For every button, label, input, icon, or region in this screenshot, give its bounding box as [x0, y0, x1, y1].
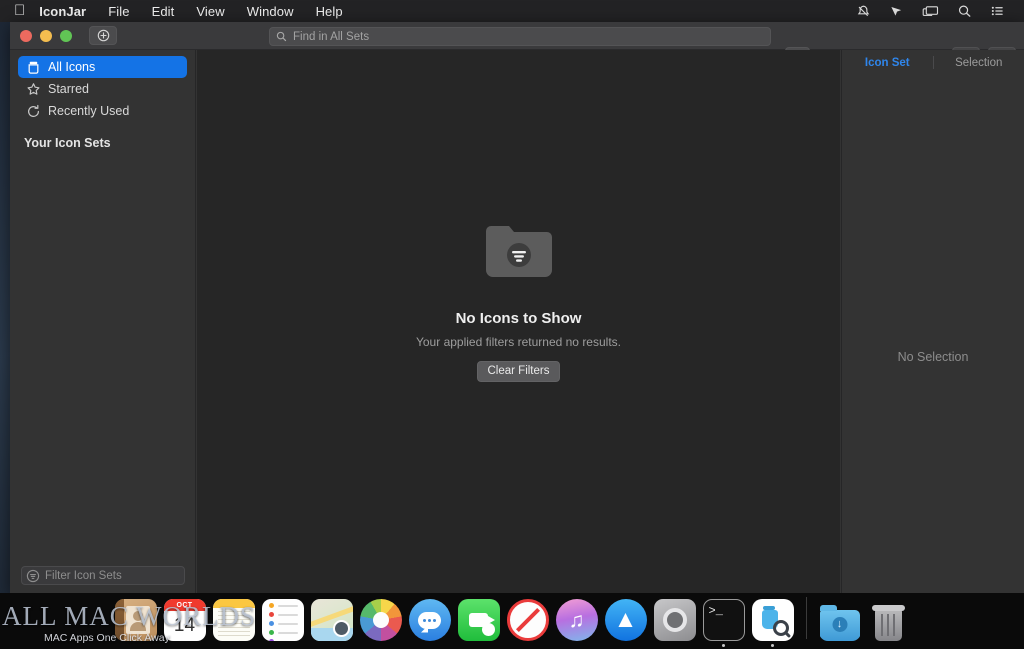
jar-icon — [24, 60, 43, 75]
dock-item-downloads[interactable]: ↓ — [818, 599, 862, 647]
control-center-icon[interactable] — [981, 4, 1014, 18]
dock-item-iconjar[interactable] — [751, 599, 795, 647]
plus-circle-icon — [97, 29, 109, 42]
desktop:  IconJar File Edit View Window Help — [0, 0, 1024, 649]
dock-item-reminders[interactable] — [261, 599, 305, 647]
folder-filter-icon — [480, 222, 558, 284]
window-controls — [10, 29, 72, 42]
dock-item-calendar[interactable]: OCT 14 — [163, 599, 207, 647]
trash-icon — [868, 599, 910, 641]
calendar-icon: OCT 14 — [163, 599, 206, 641]
sidebar-item-label: All Icons — [48, 60, 96, 74]
star-icon — [24, 82, 43, 96]
dock-items: OCT 14 ♫ ▲ >_ ↓ — [114, 593, 911, 647]
filter-circle-icon — [26, 569, 40, 582]
search-input[interactable]: Find in All Sets — [269, 27, 771, 46]
facetime-icon — [457, 599, 500, 641]
sidebar-item-starred[interactable]: Starred — [18, 78, 187, 100]
messages-icon — [408, 599, 451, 641]
app-store-icon: ▲ — [604, 599, 647, 641]
iconjar-icon — [751, 599, 794, 641]
clear-filters-button[interactable]: Clear Filters — [476, 361, 561, 382]
sidebar: All Icons Starred Recently Used Your Ico… — [10, 50, 196, 593]
contacts-icon — [114, 599, 157, 641]
icon-grid-area: No Icons to Show Your applied filters re… — [197, 50, 840, 593]
sidebar-section-header: Your Icon Sets — [24, 136, 111, 150]
minimize-button[interactable] — [40, 29, 52, 42]
dock-item-itunes[interactable]: ♫ — [555, 599, 599, 647]
dock-item-facetime[interactable] — [457, 599, 501, 647]
empty-state: No Icons to Show Your applied filters re… — [197, 222, 840, 382]
itunes-music-note-icon: ♫ — [555, 599, 598, 641]
spotlight-search-icon[interactable] — [948, 4, 981, 18]
close-button[interactable] — [20, 29, 32, 42]
menu-item-file[interactable]: File — [97, 4, 140, 19]
inspector-panel: Icon Set Selection No Selection — [841, 50, 1024, 593]
reminders-icon — [261, 599, 304, 641]
apple-logo-icon[interactable]:  — [8, 3, 37, 20]
notification-bell-icon[interactable] — [847, 4, 880, 18]
no-entry-icon — [506, 599, 549, 641]
dock-divider — [805, 597, 807, 639]
sidebar-filter-placeholder: Filter Icon Sets — [45, 569, 122, 582]
dock-item-app-store[interactable]: ▲ — [604, 599, 648, 647]
sidebar-item-all-icons[interactable]: All Icons — [18, 56, 187, 78]
terminal-icon: >_ — [702, 599, 745, 641]
empty-state-subtitle: Your applied filters returned no results… — [415, 335, 621, 349]
airplay-cursor-icon[interactable] — [880, 4, 913, 18]
screen-mirroring-icon[interactable] — [913, 4, 948, 18]
dock-item-messages[interactable] — [408, 599, 452, 647]
sidebar-filter-input[interactable]: Filter Icon Sets — [21, 566, 185, 585]
gear-icon — [653, 599, 696, 641]
search-field-wrapper: Find in All Sets — [269, 27, 771, 46]
calendar-day: 14 — [173, 615, 196, 636]
menu-bar:  IconJar File Edit View Window Help — [0, 0, 1024, 22]
menu-item-view[interactable]: View — [185, 4, 235, 19]
dock: OCT 14 ♫ ▲ >_ ↓ — [0, 593, 1024, 649]
dock-item-maps[interactable] — [310, 599, 354, 647]
menu-item-iconjar[interactable]: IconJar — [37, 4, 97, 19]
dock-item-contacts[interactable] — [114, 599, 158, 647]
downloads-folder-icon: ↓ — [819, 599, 861, 641]
empty-state-title: No Icons to Show — [455, 310, 582, 327]
dock-item-system-preferences[interactable] — [653, 599, 697, 647]
tab-icon-set[interactable]: Icon Set — [842, 57, 933, 69]
photos-icon — [359, 599, 402, 641]
calendar-month: OCT — [163, 599, 206, 611]
dock-item-trash[interactable] — [867, 599, 911, 647]
sidebar-item-label: Recently Used — [48, 104, 130, 118]
notes-icon — [212, 599, 255, 641]
inspector-empty-text: No Selection — [897, 350, 969, 364]
history-clock-icon — [24, 104, 43, 119]
search-icon — [276, 31, 287, 42]
tab-selection[interactable]: Selection — [934, 57, 1024, 69]
zoom-button[interactable] — [60, 29, 72, 42]
dock-item-terminal[interactable]: >_ — [702, 599, 746, 647]
sidebar-item-recently-used[interactable]: Recently Used — [18, 100, 187, 122]
maps-icon — [310, 599, 353, 641]
iconjar-window: Find in All Sets All Icons Starred Recen… — [10, 22, 1024, 593]
search-placeholder: Find in All Sets — [293, 30, 370, 43]
dock-item-notes[interactable] — [212, 599, 256, 647]
inspector-tabs: Icon Set Selection — [842, 50, 1024, 75]
sidebar-item-label: Starred — [48, 82, 89, 96]
dock-item-photos[interactable] — [359, 599, 403, 647]
menu-item-window[interactable]: Window — [236, 4, 305, 19]
dock-item-restricted[interactable] — [506, 599, 550, 647]
add-icon-set-button[interactable] — [89, 26, 117, 45]
menu-item-help[interactable]: Help — [305, 4, 354, 19]
menu-item-edit[interactable]: Edit — [141, 4, 186, 19]
